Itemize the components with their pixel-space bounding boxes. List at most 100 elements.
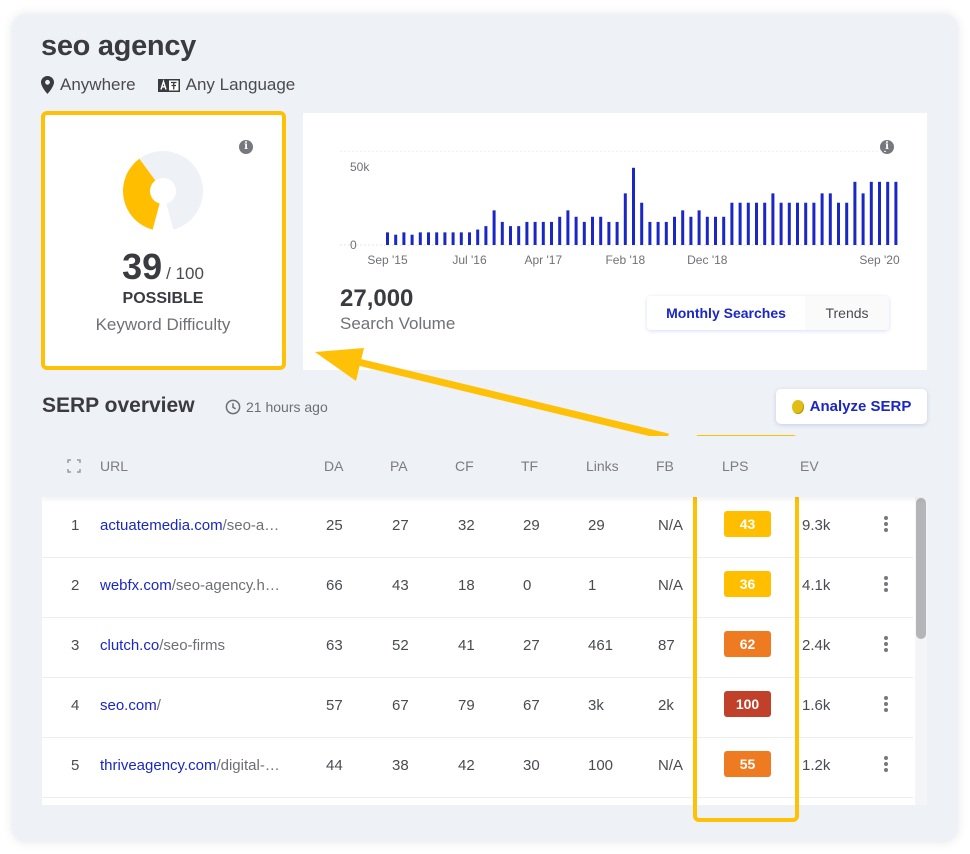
info-icon[interactable]: i xyxy=(239,140,253,154)
analyze-serp-button[interactable]: Analyze SERP xyxy=(776,389,927,424)
bar xyxy=(648,221,652,245)
cell-fb: N/A xyxy=(658,517,684,534)
bar xyxy=(755,202,758,245)
result-url[interactable]: clutch.co/seo-firms xyxy=(100,637,310,654)
difficulty-gauge xyxy=(123,151,203,230)
cell-da: 25 xyxy=(326,517,343,534)
bar xyxy=(820,193,824,245)
analyze-serp-label: Analyze SERP xyxy=(809,398,912,415)
cell-links: 3k xyxy=(588,697,604,714)
bar xyxy=(632,167,635,245)
x-tick-label: Feb '18 xyxy=(605,253,645,267)
result-path[interactable]: /seo-a… xyxy=(223,517,280,534)
serp-table: URL DA PA CF TF Links FB LPS EV 1 actuate… xyxy=(42,436,927,805)
bar xyxy=(394,234,398,245)
x-tick-label: Sep '20 xyxy=(859,253,900,267)
bar xyxy=(845,202,849,245)
result-domain[interactable]: webfx.com xyxy=(100,577,172,594)
result-url[interactable]: actuatemedia.com/seo-a… xyxy=(100,517,310,534)
more-options-icon[interactable] xyxy=(882,635,890,655)
more-options-icon[interactable] xyxy=(882,515,890,535)
location-pin-icon xyxy=(41,76,54,94)
tab-trends[interactable]: Trends xyxy=(805,296,889,330)
cell-tf: 0 xyxy=(523,577,532,594)
result-url[interactable]: seo.com/ xyxy=(100,697,310,714)
table-row[interactable]: 2 webfx.com/seo-agency.h… 66 43 18 0 1 N/A 36 4.1… xyxy=(42,557,913,618)
column-pa[interactable]: PA xyxy=(390,458,408,474)
column-da[interactable]: DA xyxy=(324,458,343,474)
result-domain[interactable]: seo.com xyxy=(100,697,157,714)
lps-badge: 62 xyxy=(724,631,771,657)
bar xyxy=(673,216,676,245)
bar xyxy=(517,226,521,245)
bar xyxy=(582,221,586,245)
lps-badge: 36 xyxy=(724,571,771,597)
result-path[interactable]: /seo-agency.h… xyxy=(172,577,280,594)
cell-fb: N/A xyxy=(658,757,684,774)
bar xyxy=(738,202,742,245)
column-url[interactable]: URL xyxy=(100,458,128,474)
bar xyxy=(894,181,898,245)
rank: 1 xyxy=(71,517,80,534)
column-links[interactable]: Links xyxy=(586,458,619,474)
difficulty-score-value: 39 xyxy=(122,246,163,287)
column-ev[interactable]: EV xyxy=(800,458,819,474)
translate-icon xyxy=(157,78,180,92)
bar xyxy=(779,202,783,245)
column-fb[interactable]: FB xyxy=(656,458,674,474)
monthly-searches-chart: 0 50k Sep '15 Jul '16 Apr '17 Feb '18 Dec '18 S… xyxy=(340,150,900,267)
x-tick-label: Dec '18 xyxy=(687,253,728,267)
table-row[interactable]: 4 seo.com/57 67 79 67 3k 2k 100 1.6k xyxy=(42,677,913,738)
result-url[interactable]: thriveagency.com/digital-… xyxy=(100,757,310,774)
bar xyxy=(492,210,496,245)
cell-pa: 52 xyxy=(392,637,409,654)
cell-cf: 79 xyxy=(458,697,475,714)
table-row[interactable]: 3 clutch.co/seo-firms 63 52 41 27 461 87 62 2.4k xyxy=(42,617,913,678)
serp-updated: 21 hours ago xyxy=(225,399,328,415)
rank: 3 xyxy=(71,637,80,654)
cell-pa: 67 xyxy=(392,697,409,714)
language-filter[interactable]: Any Language xyxy=(157,75,296,95)
cell-da: 57 xyxy=(326,697,343,714)
lps-badge: 43 xyxy=(724,511,771,537)
cell-da: 63 xyxy=(326,637,343,654)
bar xyxy=(500,221,504,245)
bar xyxy=(427,232,430,245)
language-label: Any Language xyxy=(185,75,296,94)
serp-updated-text: 21 hours ago xyxy=(246,399,328,415)
result-domain[interactable]: thriveagency.com xyxy=(100,757,216,774)
bar xyxy=(418,232,422,245)
cell-links: 29 xyxy=(588,517,605,534)
expand-icon[interactable] xyxy=(67,459,81,473)
bar xyxy=(681,210,685,245)
cell-cf: 32 xyxy=(458,517,475,534)
result-url[interactable]: webfx.com/seo-agency.h… xyxy=(100,577,310,594)
table-row[interactable]: 5 thriveagency.com/digital-… 44 38 42 30 100 N/… xyxy=(42,737,913,798)
more-options-icon[interactable] xyxy=(882,695,890,715)
difficulty-score: 39/ 100 xyxy=(44,246,282,288)
table-scrollbar[interactable] xyxy=(915,497,927,805)
bar xyxy=(615,221,619,245)
more-options-icon[interactable] xyxy=(882,755,890,775)
scrollbar-thumb[interactable] xyxy=(916,498,926,639)
result-path[interactable]: / xyxy=(157,697,161,714)
tab-monthly-searches[interactable]: Monthly Searches xyxy=(647,296,805,330)
difficulty-level: POSSIBLE xyxy=(122,290,204,307)
cell-fb: 87 xyxy=(658,637,675,654)
bar xyxy=(451,232,455,245)
cell-cf: 41 xyxy=(458,637,475,654)
cell-ev: 1.6k xyxy=(802,697,831,714)
column-tf[interactable]: TF xyxy=(521,458,538,474)
cell-tf: 30 xyxy=(523,757,540,774)
column-lps[interactable]: LPS xyxy=(722,458,748,474)
result-path[interactable]: /seo-firms xyxy=(159,637,225,654)
bar xyxy=(525,221,529,245)
table-row[interactable]: 1 actuatemedia.com/seo-a… 25 27 32 29 29 N/A 43 9… xyxy=(42,497,913,558)
bar xyxy=(509,226,512,245)
result-domain[interactable]: actuatemedia.com xyxy=(100,517,223,534)
more-options-icon[interactable] xyxy=(882,575,890,595)
column-cf[interactable]: CF xyxy=(455,458,474,474)
result-path[interactable]: /digital-… xyxy=(216,757,279,774)
location-filter[interactable]: Anywhere xyxy=(41,75,136,95)
result-domain[interactable]: clutch.co xyxy=(100,637,159,654)
